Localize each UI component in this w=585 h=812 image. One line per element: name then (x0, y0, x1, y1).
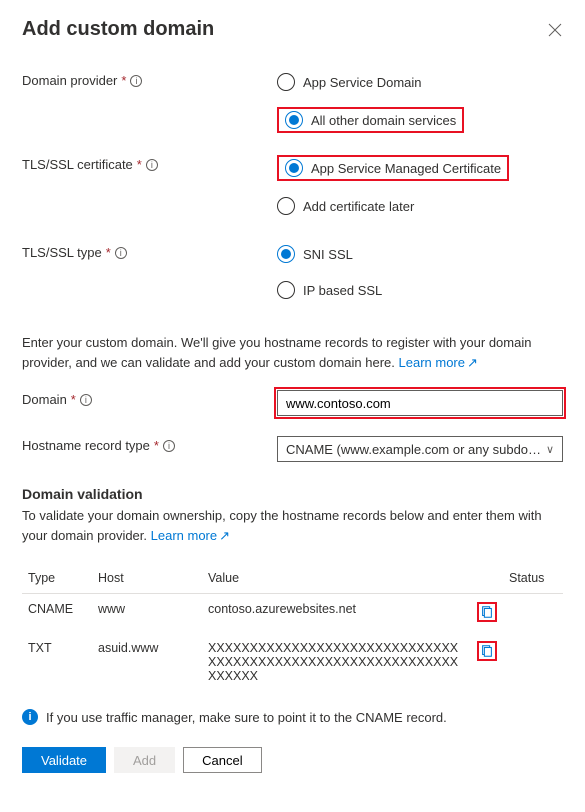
radio-label: IP based SSL (303, 283, 382, 298)
copy-icon[interactable] (477, 641, 497, 661)
copy-icon[interactable] (477, 602, 497, 622)
radio-sni-ssl[interactable]: SNI SSL (277, 243, 563, 265)
learn-more-link[interactable]: Learn more↗ (399, 355, 478, 370)
required-asterisk: * (121, 73, 126, 88)
page-title: Add custom domain (22, 18, 214, 41)
record-type-label: Hostname record type (22, 438, 150, 453)
info-icon[interactable]: i (130, 75, 142, 87)
required-asterisk: * (71, 392, 76, 407)
col-host: Host (92, 563, 202, 594)
external-link-icon: ↗ (219, 526, 230, 546)
table-row: CNAME www contoso.azurewebsites.net (22, 594, 563, 634)
domain-input[interactable] (277, 390, 563, 416)
info-icon[interactable]: i (115, 247, 127, 259)
radio-app-service-domain[interactable]: App Service Domain (277, 71, 563, 93)
add-button: Add (114, 747, 175, 773)
learn-more-link[interactable]: Learn more↗ (151, 528, 230, 543)
info-message: If you use traffic manager, make sure to… (46, 710, 447, 725)
validation-title: Domain validation (22, 486, 563, 502)
tls-type-label: TLS/SSL type (22, 245, 102, 260)
radio-label: App Service Managed Certificate (311, 161, 501, 176)
tls-cert-label: TLS/SSL certificate (22, 157, 133, 172)
required-asterisk: * (106, 245, 111, 260)
required-asterisk: * (137, 157, 142, 172)
domain-provider-label: Domain provider (22, 73, 117, 88)
info-icon[interactable]: i (163, 440, 175, 452)
chevron-down-icon: ∨ (546, 443, 554, 456)
info-icon[interactable]: i (146, 159, 158, 171)
domain-field-label: Domain (22, 392, 67, 407)
col-value: Value (202, 563, 471, 594)
radio-label: App Service Domain (303, 75, 422, 90)
radio-label: SNI SSL (303, 247, 353, 262)
record-type-select[interactable]: CNAME (www.example.com or any subdo… ∨ (277, 436, 563, 462)
col-status: Status (503, 563, 563, 594)
radio-add-cert-later[interactable]: Add certificate later (277, 195, 563, 217)
col-type: Type (22, 563, 92, 594)
radio-managed-cert[interactable]: App Service Managed Certificate (277, 155, 509, 181)
close-icon[interactable] (547, 22, 563, 38)
validation-table: Type Host Value Status CNAME www contoso… (22, 563, 563, 691)
select-value: CNAME (www.example.com or any subdo… (286, 442, 541, 457)
info-icon: i (22, 709, 38, 725)
validate-button[interactable]: Validate (22, 747, 106, 773)
info-icon[interactable]: i (80, 394, 92, 406)
required-asterisk: * (154, 438, 159, 453)
table-row: TXT asuid.www XXXXXXXXXXXXXXXXXXXXXXXXXX… (22, 633, 563, 691)
radio-all-other[interactable]: All other domain services (277, 107, 464, 133)
radio-label: Add certificate later (303, 199, 414, 214)
radio-label: All other domain services (311, 113, 456, 128)
external-link-icon: ↗ (467, 353, 478, 373)
radio-ip-ssl[interactable]: IP based SSL (277, 279, 563, 301)
domain-description: Enter your custom domain. We'll give you… (22, 333, 563, 372)
cancel-button[interactable]: Cancel (183, 747, 261, 773)
validation-desc: To validate your domain ownership, copy … (22, 506, 563, 545)
